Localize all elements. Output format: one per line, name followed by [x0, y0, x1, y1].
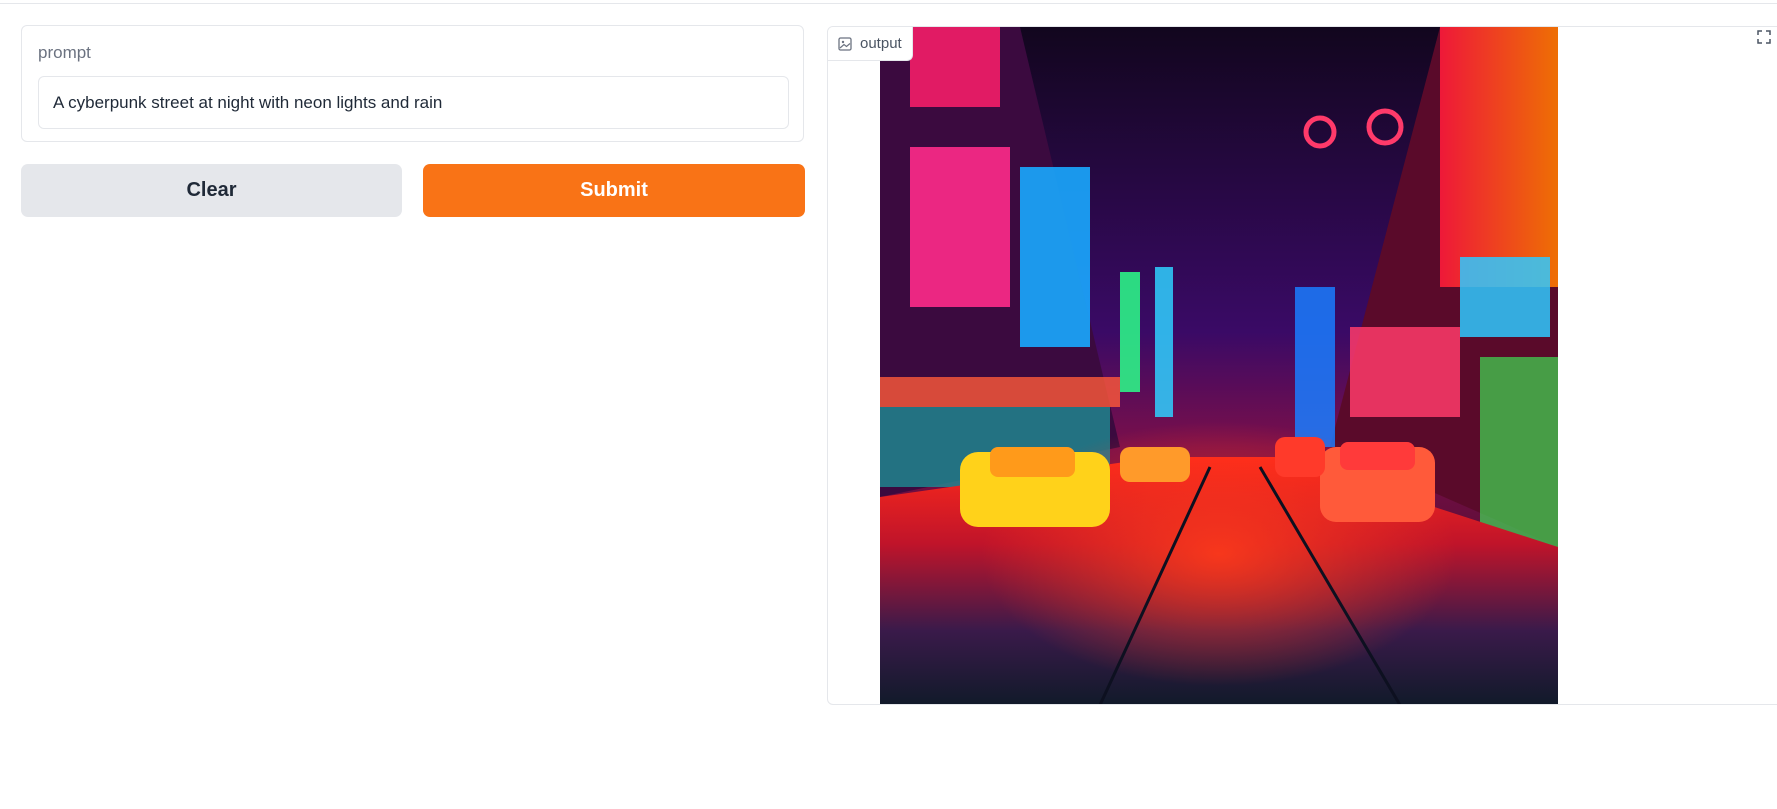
output-panel: output	[827, 26, 1777, 705]
generated-image[interactable]	[880, 27, 1558, 705]
prompt-panel: prompt	[21, 25, 804, 142]
output-label-text: output	[860, 35, 902, 52]
prompt-label: prompt	[38, 43, 91, 62]
top-divider	[0, 3, 1777, 4]
fullscreen-icon[interactable]	[1757, 30, 1771, 44]
output-label: output	[828, 27, 913, 61]
prompt-input[interactable]	[38, 76, 789, 129]
submit-button[interactable]: Submit	[423, 164, 805, 217]
clear-button[interactable]: Clear	[21, 164, 402, 217]
image-icon	[838, 36, 852, 51]
